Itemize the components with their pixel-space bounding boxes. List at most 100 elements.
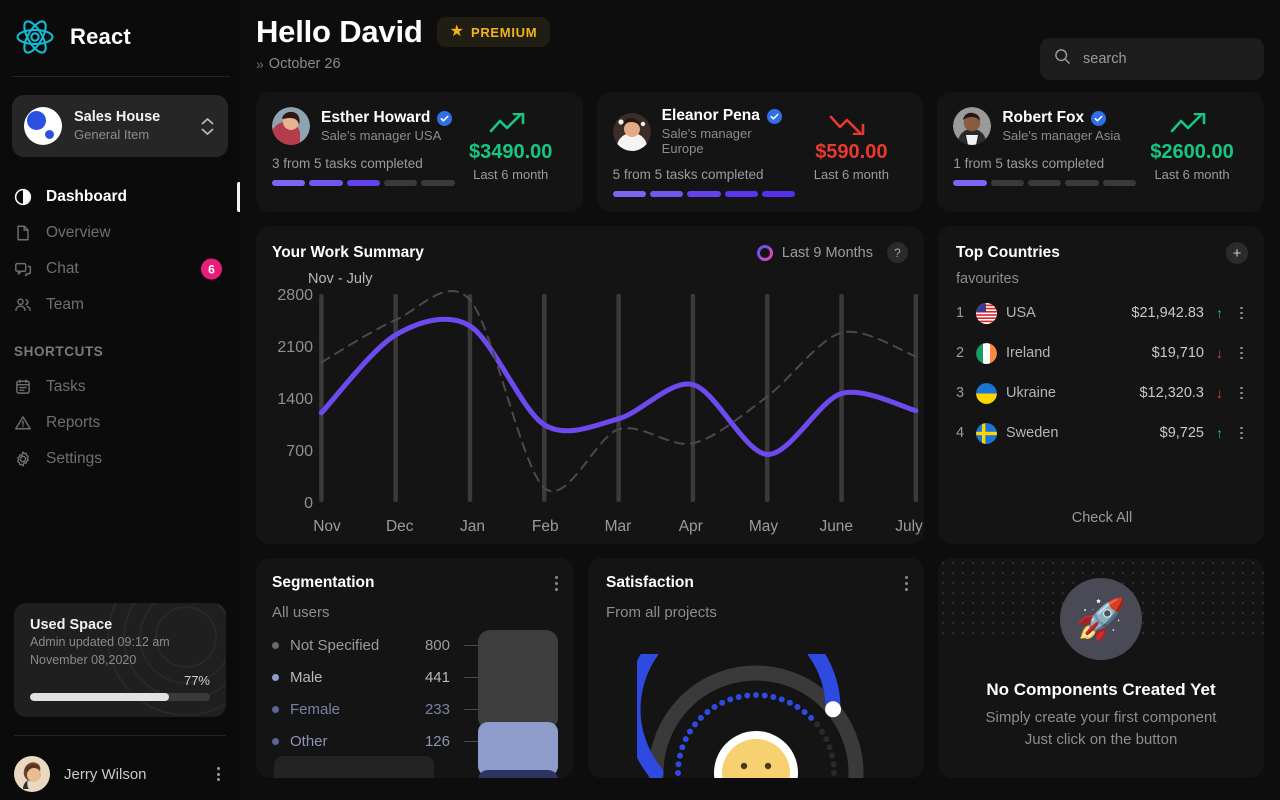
brand: React <box>0 0 240 74</box>
stat-amount: $590.00 <box>815 141 888 163</box>
tasks-icon <box>14 378 32 396</box>
arrow-up-icon: ↑ <box>1216 305 1223 321</box>
svg-text:Jan: Jan <box>460 518 485 535</box>
stat-tasks-text: 1 from 5 tasks completed <box>953 156 1105 171</box>
legend-dot <box>272 641 279 649</box>
country-amount: $19,710 <box>1151 345 1204 361</box>
avatar <box>14 756 50 792</box>
kebab-menu-icon[interactable] <box>211 763 226 785</box>
plus-icon[interactable]: + <box>1226 242 1248 264</box>
country-row[interactable]: 1 USA $21,942.83 ↑ <box>956 295 1248 331</box>
sidebar-item-team[interactable]: Team <box>0 287 240 323</box>
flag-usa-icon <box>976 302 997 324</box>
legend-dot <box>272 737 279 745</box>
country-name: Sweden <box>1006 425 1059 441</box>
sidebar-item-dashboard[interactable]: Dashboard <box>0 179 240 215</box>
trend-up-icon <box>1136 113 1248 135</box>
stat-person-name: Esther Howard <box>321 109 431 126</box>
gear-icon <box>14 450 32 468</box>
stat-period: Last 6 month <box>813 167 889 182</box>
country-row[interactable]: 2 Ireland $19,710 ↓ <box>956 335 1248 371</box>
stat-progress-segments <box>953 180 1136 186</box>
segmentation-action-button[interactable] <box>274 756 434 778</box>
kebab-menu-icon[interactable] <box>1235 346 1248 360</box>
chevron-updown-icon[interactable] <box>201 117 218 135</box>
check-all-button[interactable]: Check All <box>956 510 1248 534</box>
segmentation-stacked-bar <box>478 630 558 778</box>
main-content: Hello David ★ PREMIUM » October 26 searc… <box>240 0 1280 800</box>
kebab-menu-icon[interactable] <box>1235 306 1248 320</box>
sidebar-item-label: Reports <box>46 414 101 431</box>
progress-segment <box>687 191 721 197</box>
svg-text:June: June <box>819 518 853 535</box>
chat-icon <box>14 260 32 278</box>
sidebar-item-tasks[interactable]: Tasks <box>0 369 240 405</box>
stat-progress-segments <box>612 191 796 197</box>
segmentation-value: 126 <box>424 732 450 750</box>
kebab-menu-icon[interactable] <box>905 575 908 591</box>
svg-text:2100: 2100 <box>277 339 313 356</box>
sidebar-item-settings[interactable]: Settings <box>0 441 240 477</box>
kebab-menu-icon[interactable] <box>1235 386 1248 400</box>
sidebar-item-chat[interactable]: Chat 6 <box>0 251 240 287</box>
empty-state-card: 🚀 No Components Created Yet Simply creat… <box>938 558 1264 778</box>
progress-segment <box>421 180 455 186</box>
segmentation-label: Not Specified <box>290 636 380 654</box>
svg-text:Apr: Apr <box>679 518 703 535</box>
progress-segment <box>724 191 758 197</box>
country-row[interactable]: 3 Ukraine $12,320.3 ↓ <box>956 375 1248 411</box>
brand-divider <box>12 76 230 77</box>
sidebar-item-overview[interactable]: Overview <box>0 215 240 251</box>
workspace-subtitle: General Item <box>74 126 150 142</box>
workspace-switcher[interactable]: Sales House General Item <box>12 95 228 157</box>
svg-text:1400: 1400 <box>277 391 313 408</box>
country-name: Ireland <box>1006 345 1051 361</box>
progress-segment <box>383 180 418 186</box>
sidebar-item-label: Dashboard <box>46 188 127 205</box>
stat-card[interactable]: Robert Fox Sale's manager Asia 1 from 5 … <box>937 92 1265 212</box>
svg-text:2800: 2800 <box>277 287 313 304</box>
satisfaction-subtitle: From all projects <box>606 604 717 621</box>
verified-check-icon <box>766 108 782 124</box>
country-list: 1 USA $21,942.83 ↑ 2 Ireland $19,710 ↓ 3 Ukraine $… <box>956 291 1248 451</box>
progress-segment <box>309 180 343 186</box>
stat-person-role: Sale's manager USA <box>321 128 442 143</box>
search-box[interactable] <box>1040 38 1264 80</box>
stack-segment <box>478 630 558 728</box>
used-space-progress <box>30 693 210 701</box>
used-space-title: Used Space <box>30 616 113 633</box>
range-selector[interactable]: Last 9 Months <box>756 244 873 261</box>
sidebar-item-label: Chat <box>46 260 79 277</box>
progress-segment <box>1102 180 1136 186</box>
progress-segment <box>272 180 306 186</box>
stat-card[interactable]: Eleanor Pena Sale's manager Europe 5 fro… <box>596 92 924 212</box>
sidebar-item-reports[interactable]: Reports <box>0 405 240 441</box>
kebab-menu-icon[interactable] <box>555 575 558 591</box>
stat-period: Last 6 month <box>473 167 549 182</box>
stat-amount: $2600.00 <box>1150 141 1234 163</box>
arrow-down-icon: ↓ <box>1216 385 1223 401</box>
stack-segment <box>478 770 558 778</box>
sidebar-item-label: Overview <box>46 224 111 241</box>
country-name: Ukraine <box>1006 385 1056 401</box>
sidebar-item-label: Team <box>46 296 84 313</box>
current-date: October 26 <box>268 56 341 72</box>
svg-text:Dec: Dec <box>386 518 414 535</box>
top-countries-title: Top Countries <box>956 244 1060 261</box>
range-label: Last 9 Months <box>781 244 873 261</box>
svg-text:0: 0 <box>304 495 313 512</box>
question-mark-icon[interactable]: ? <box>887 242 908 263</box>
segmentation-title: Segmentation <box>272 574 375 591</box>
progress-segment <box>761 191 796 197</box>
country-row[interactable]: 4 Sweden $9,725 ↑ <box>956 415 1248 451</box>
verified-check-icon <box>437 110 453 126</box>
search-input[interactable] <box>1083 51 1250 67</box>
stat-person-name: Robert Fox <box>1002 109 1085 126</box>
country-rank: 3 <box>956 385 965 401</box>
current-user[interactable]: Jerry Wilson <box>0 736 240 800</box>
rocket-icon: 🚀 <box>1060 578 1142 660</box>
kebab-menu-icon[interactable] <box>1235 426 1248 440</box>
trend-down-icon <box>795 113 907 135</box>
work-summary-title: Your Work Summary <box>272 243 424 261</box>
stat-card[interactable]: Esther Howard Sale's manager USA 3 from … <box>256 92 583 212</box>
